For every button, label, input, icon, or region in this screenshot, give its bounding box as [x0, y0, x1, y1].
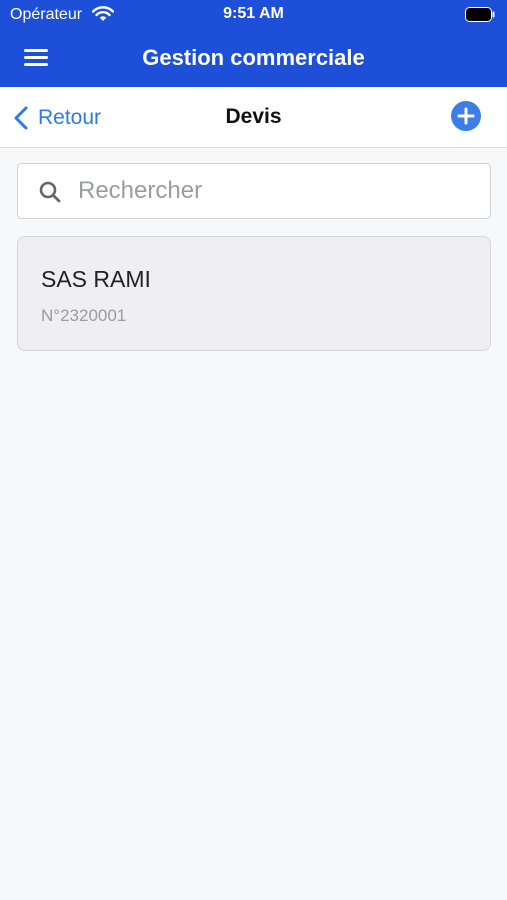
- app-title: Gestion commerciale: [142, 45, 365, 70]
- status-bar: Opérateur 9:51 AM: [0, 0, 507, 30]
- search-box: [17, 163, 491, 219]
- app-header: Gestion commerciale: [0, 30, 507, 87]
- page-title: Devis: [225, 105, 282, 128]
- navigation-bar: Retour Devis: [0, 87, 507, 148]
- search-input[interactable]: [78, 172, 478, 210]
- quote-number: N°2320001: [41, 306, 127, 325]
- search-icon: [39, 181, 61, 203]
- battery-icon: [465, 7, 495, 22]
- status-time: 9:51 AM: [223, 5, 284, 22]
- plus-icon: [457, 107, 475, 125]
- quote-card[interactable]: SAS RAMI N°2320001: [17, 236, 491, 351]
- add-quote-button[interactable]: [451, 101, 481, 131]
- quote-client-name: SAS RAMI: [41, 266, 151, 292]
